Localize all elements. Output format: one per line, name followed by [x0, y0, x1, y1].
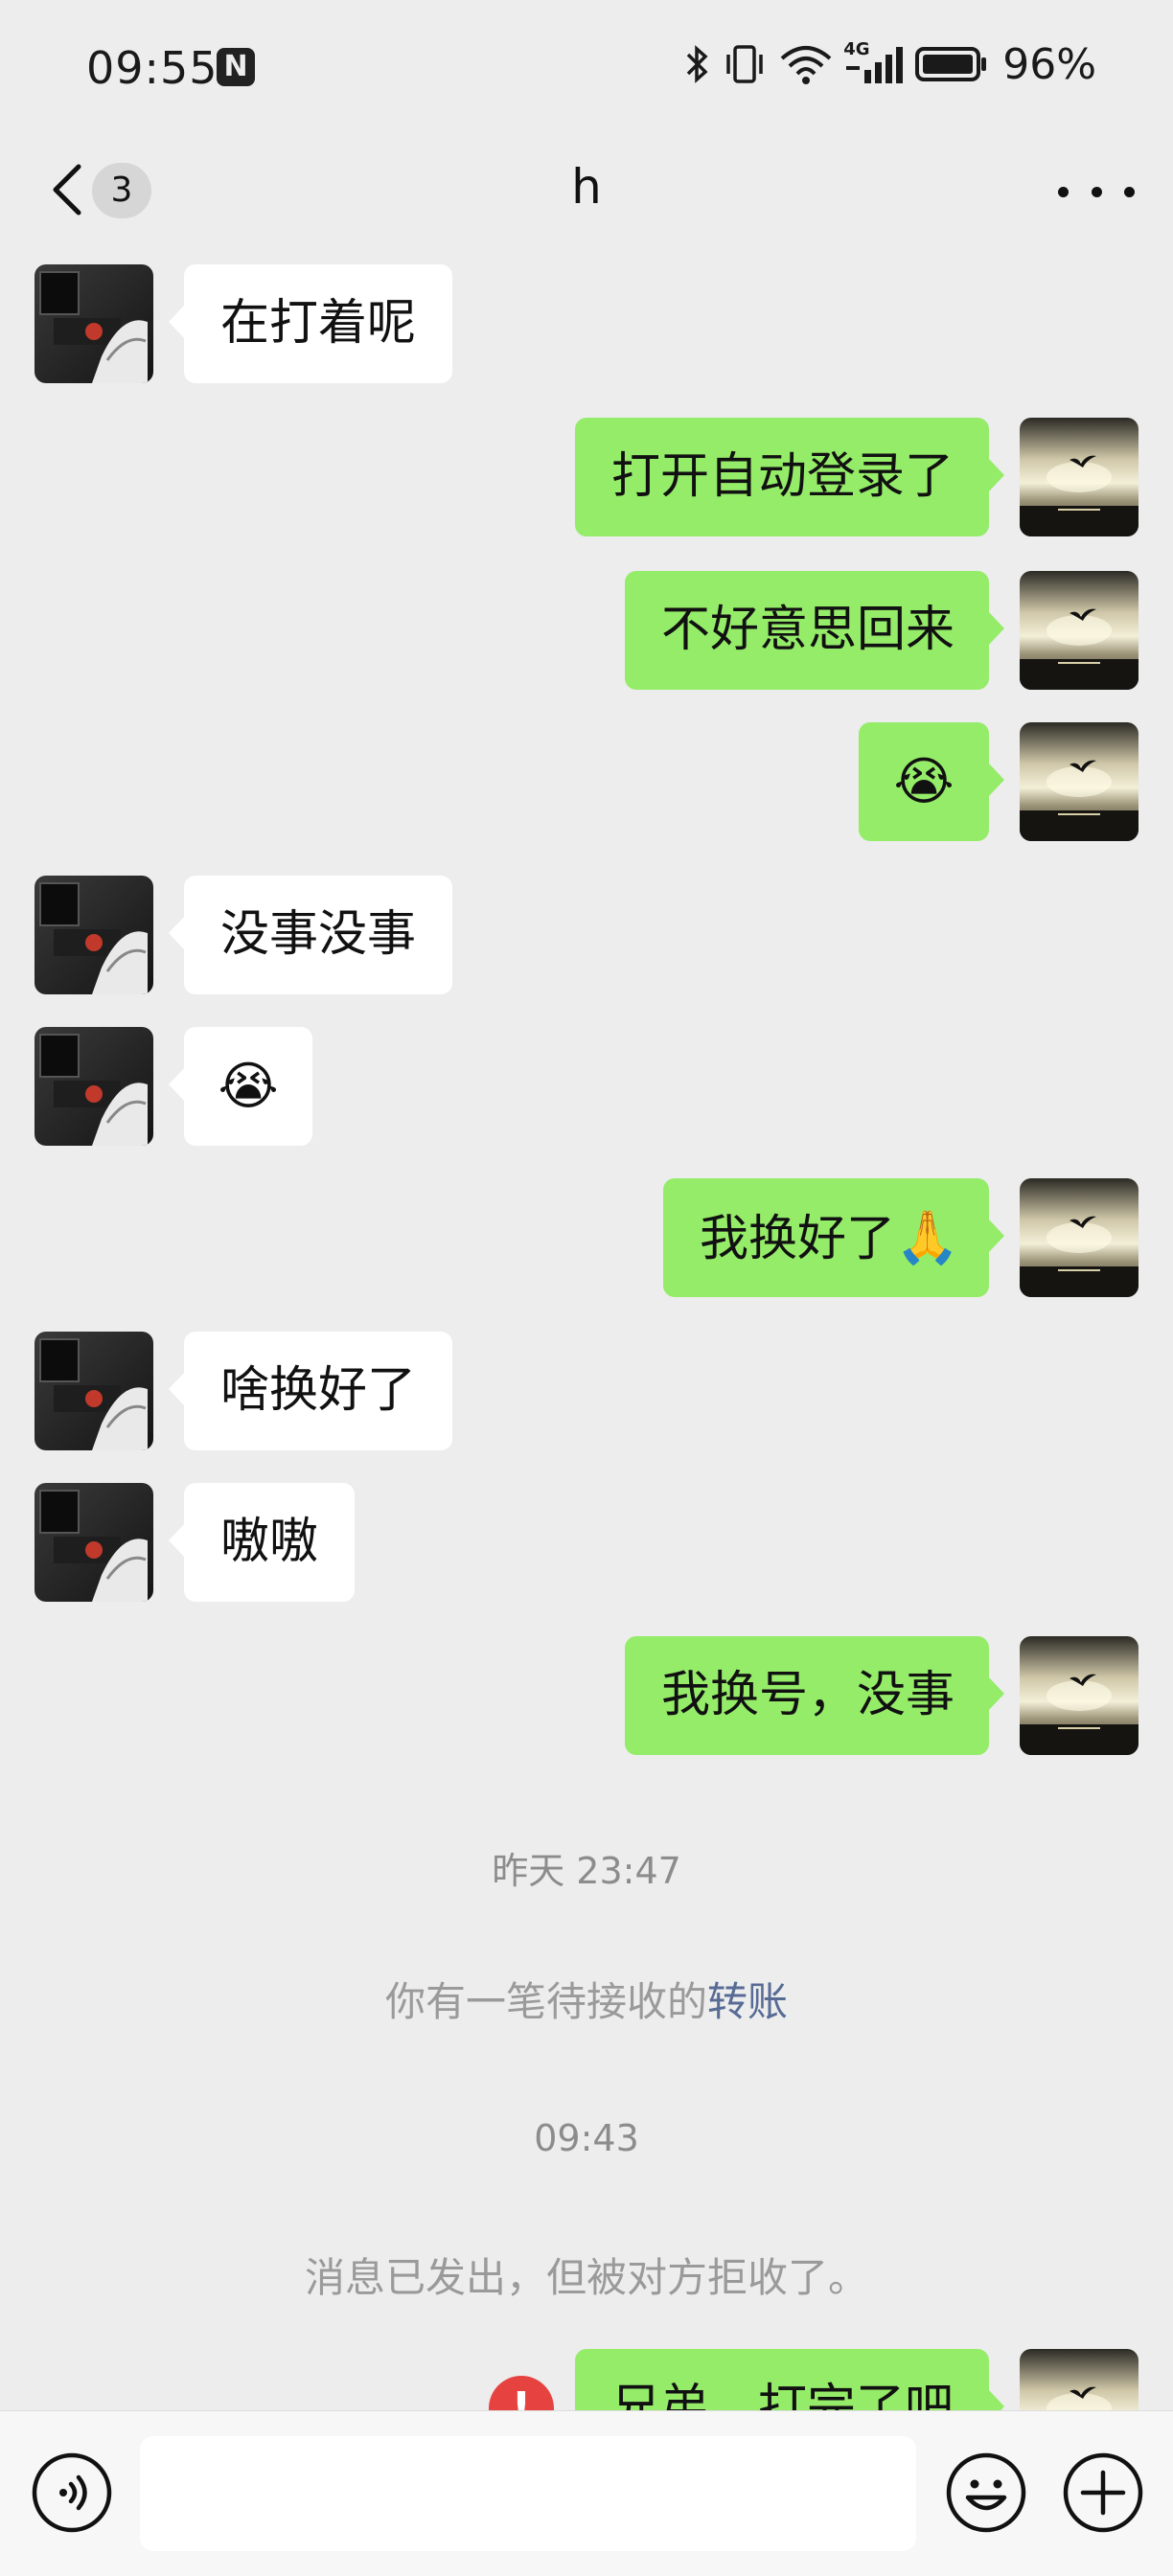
- outgoing-message-bubble[interactable]: 打开自动登录了: [575, 418, 1004, 536]
- transfer-notice-text: 你有一笔待接收的: [384, 1978, 707, 2025]
- incoming-message-bubble[interactable]: 啥换好了: [168, 1332, 453, 1450]
- contact-avatar[interactable]: [34, 1332, 153, 1450]
- message-list[interactable]: 在打着呢 打开自动登录了 不好意思回来 😭 没事没事 😭 我换好了🙏 啥换好了 …: [0, 247, 1173, 2410]
- wifi-icon: [780, 46, 832, 84]
- chat-header: 3 h: [0, 134, 1173, 247]
- battery-icon: [915, 47, 987, 81]
- timestamp-divider: 昨天 23:47: [492, 1850, 681, 1892]
- contact-avatar[interactable]: [34, 1027, 153, 1146]
- battery-percentage: 96%: [1002, 39, 1096, 89]
- vibrate-icon: [726, 45, 763, 83]
- transfer-link[interactable]: 转账: [707, 1978, 788, 2025]
- input-bar: [0, 2410, 1173, 2576]
- message-input[interactable]: [140, 2436, 916, 2551]
- contact-avatar[interactable]: [34, 264, 153, 383]
- outgoing-message-bubble[interactable]: 我换号，没事: [625, 1636, 1004, 1755]
- timestamp-divider: 09:43: [534, 2117, 639, 2159]
- outgoing-message-bubble[interactable]: 我换好了🙏: [663, 1178, 1004, 1297]
- rejected-notice: 消息已发出，但被对方拒收了。: [304, 2254, 868, 2301]
- status-time: 09:55: [86, 42, 218, 94]
- transfer-notice: 你有一笔待接收的转账: [0, 1970, 1173, 2028]
- more-dots-icon[interactable]: [1058, 172, 1135, 211]
- plus-circle-icon[interactable]: [1062, 2451, 1144, 2534]
- incoming-emoji-bubble[interactable]: 😭: [169, 1027, 312, 1146]
- nfc-icon: N: [217, 48, 255, 86]
- outgoing-message-bubble[interactable]: 不好意思回来: [625, 571, 1004, 690]
- contact-avatar[interactable]: [34, 1483, 153, 1602]
- incoming-message-bubble[interactable]: 没事没事: [168, 876, 453, 994]
- outgoing-emoji-bubble[interactable]: 😭: [859, 722, 1004, 841]
- my-avatar[interactable]: [1020, 571, 1138, 690]
- my-avatar[interactable]: [1020, 2349, 1138, 2410]
- crying-laughing-emoji: 😭: [218, 1056, 279, 1116]
- exclamation-icon[interactable]: !: [489, 2376, 554, 2410]
- status-bar: 09:55 N 4G 96%: [0, 0, 1173, 134]
- message-text: 我换好了: [700, 1211, 896, 1267]
- incoming-message-bubble[interactable]: 嗷嗷: [168, 1483, 356, 1602]
- voice-icon[interactable]: [31, 2451, 113, 2534]
- incoming-message-bubble[interactable]: 在打着呢: [168, 264, 453, 383]
- my-avatar[interactable]: [1020, 722, 1138, 841]
- crying-laughing-emoji: 😭: [893, 751, 954, 811]
- folded-hands-emoji: 🙏: [895, 1207, 960, 1267]
- cellular-signal-icon: 4G: [843, 39, 905, 85]
- contact-avatar[interactable]: [34, 876, 153, 994]
- bluetooth-icon: [686, 45, 708, 83]
- my-avatar[interactable]: [1020, 1178, 1138, 1297]
- chat-title: h: [571, 159, 602, 215]
- my-avatar[interactable]: [1020, 418, 1138, 536]
- failed-outgoing-message-bubble[interactable]: 兄弟，打完了吧: [575, 2349, 1004, 2410]
- smiley-icon[interactable]: [945, 2451, 1027, 2534]
- status-icons: 4G 96%: [684, 39, 1096, 89]
- my-avatar[interactable]: [1020, 1636, 1138, 1755]
